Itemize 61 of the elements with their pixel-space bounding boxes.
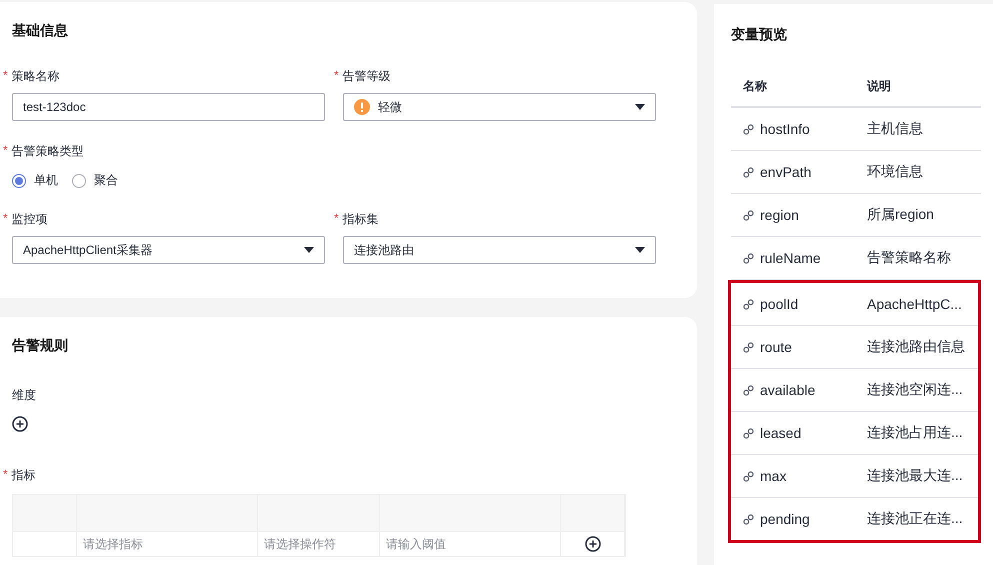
variable-description: 连接池占用连... — [867, 424, 964, 442]
add-row-icon[interactable] — [584, 536, 600, 552]
field-label: 告警等级 — [342, 68, 391, 85]
column-header: 名称 — [743, 78, 768, 94]
link-icon — [743, 210, 754, 220]
variable-name: hostInfo — [760, 121, 810, 137]
variable-description: 连接池路由信息 — [867, 338, 966, 356]
required-mark: * — [334, 211, 339, 227]
variable-name: max — [760, 468, 786, 484]
section-title: 告警规则 — [12, 337, 69, 355]
required-mark: * — [3, 467, 8, 483]
variable-description: 主机信息 — [867, 120, 924, 138]
variable-name: ruleName — [760, 250, 821, 266]
select-dropdown[interactable]: 连接池路由 — [343, 236, 656, 264]
caret-icon — [635, 104, 645, 110]
variable-description: 告警策略名称 — [867, 249, 952, 267]
link-icon — [743, 428, 754, 438]
select-dropdown[interactable]: 轻微 — [343, 93, 656, 121]
link-icon — [743, 166, 754, 178]
column-header: 说明 — [867, 78, 892, 94]
variable-name: region — [760, 207, 799, 223]
panel-title: 变量预览 — [731, 26, 788, 44]
field-label: 策略名称 — [12, 68, 60, 85]
variable-description: 环境信息 — [867, 163, 924, 181]
link-icon — [743, 252, 754, 264]
metric-label: 指标 — [12, 467, 36, 484]
field-label: 监控项 — [12, 211, 48, 228]
variable-name: poolId — [760, 296, 798, 312]
required-mark: * — [3, 143, 8, 159]
add-icon[interactable] — [12, 416, 28, 432]
caret-icon — [635, 247, 645, 253]
select-dropdown[interactable]: ApacheHttpClient采集器 — [12, 236, 325, 264]
field-label: 告警策略类型 — [12, 143, 84, 160]
link-icon — [743, 342, 754, 352]
variable-description: 所属region — [867, 206, 935, 224]
radio-button[interactable] — [72, 174, 86, 188]
variable-name: envPath — [760, 164, 812, 180]
variable-description: 连接池空闲连... — [867, 381, 964, 399]
variable-name: leased — [760, 425, 802, 441]
link-icon — [743, 124, 754, 134]
text-input[interactable]: test-123doc — [12, 93, 325, 121]
variable-name: pending — [760, 511, 810, 527]
variable-description: 连接池最大连... — [867, 467, 964, 485]
link-icon — [743, 514, 754, 524]
variable-description: ApacheHttpC... — [867, 296, 963, 312]
required-mark: * — [3, 68, 8, 84]
required-mark: * — [334, 68, 339, 84]
radio-option[interactable]: 单机 — [12, 172, 58, 189]
caret-icon — [304, 247, 314, 253]
variable-name: route — [760, 339, 792, 355]
dimension-label: 维度 — [12, 387, 37, 404]
radio-button[interactable] — [12, 174, 26, 188]
link-icon — [743, 384, 754, 396]
section-title: 基础信息 — [12, 22, 69, 40]
variable-name: available — [760, 382, 816, 398]
link-icon — [743, 298, 754, 310]
field-label: 指标集 — [342, 211, 379, 228]
variable-description: 连接池正在连... — [867, 510, 964, 528]
link-icon — [743, 470, 754, 482]
required-mark: * — [3, 211, 8, 227]
radio-option[interactable]: 聚合 — [72, 172, 118, 189]
